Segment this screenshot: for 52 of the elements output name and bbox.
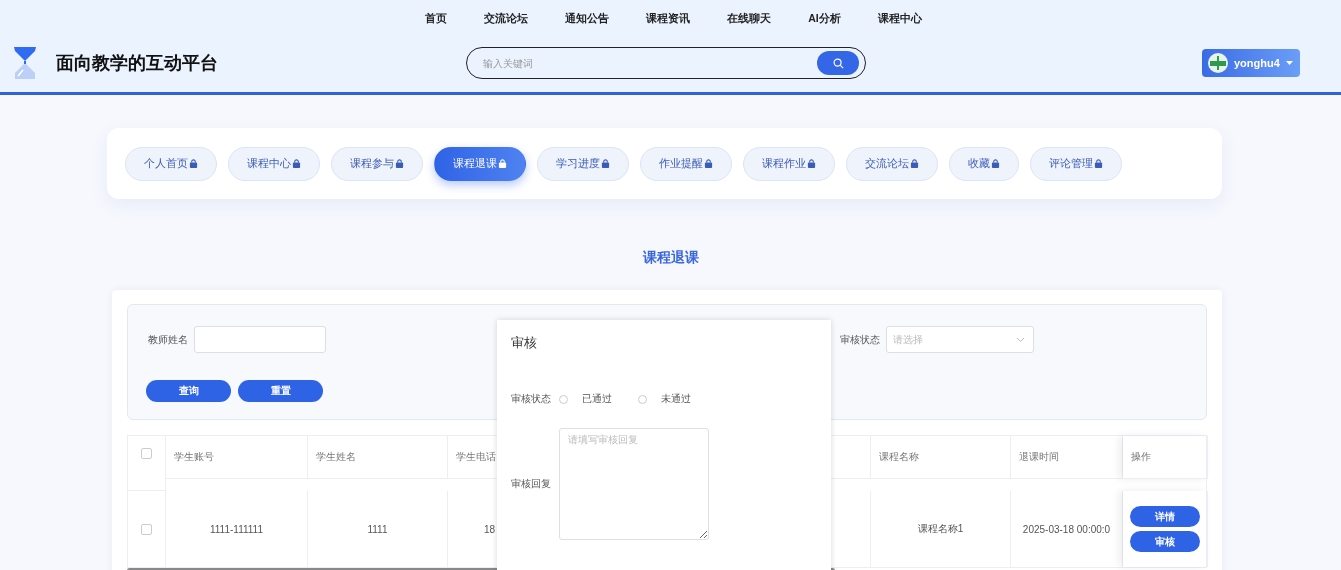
select-all-checkbox[interactable] [141,448,152,459]
dialog-title: 审核 [511,334,538,352]
column-header: 学生账号 [174,450,214,464]
nav-link[interactable]: 课程资讯 [646,12,691,36]
search-button[interactable] [817,51,859,75]
search-field[interactable]: 输入关键词 [481,56,817,70]
avatar-icon [1208,53,1228,73]
column-header: 课程名称 [879,450,919,464]
column-header: 退课时间 [1019,450,1059,464]
tab[interactable]: 收藏 [949,146,1019,181]
user-menu-button[interactable]: yonghu4 [1202,49,1300,77]
row-checkbox[interactable] [141,523,152,535]
nav-link[interactable]: 课程中心 [877,12,922,36]
page-title: 课程退课 [641,249,700,267]
field-label: 审核状态 [511,392,551,406]
field-label: 审核回复 [511,477,551,491]
table-cell: 课程名称1 [917,522,964,536]
table-cell: 2025-03-18 00:00:0 [1022,523,1111,535]
tab[interactable]: 交流论坛 [846,146,938,181]
tab[interactable]: 课程退课 [434,146,526,181]
table-cell: 1111 [367,523,388,535]
caret-icon [1285,61,1293,65]
tab[interactable]: 课程作业 [743,146,835,181]
column-header: 操作 [1131,450,1151,464]
search-icon [832,57,844,69]
chevron-down-icon [1016,336,1025,343]
nav-link[interactable]: 交流论坛 [484,12,529,36]
teacher-name-field[interactable] [194,326,326,353]
filter-button[interactable]: 查询 [146,380,231,402]
tab[interactable]: 学习进度 [537,146,629,181]
table-cell: 1111-111111 [210,523,263,535]
tab[interactable]: 评论管理 [1030,146,1122,181]
action-button[interactable]: 审核 [1130,531,1200,552]
tab[interactable]: 课程中心 [228,146,320,181]
column-header: 学生姓名 [316,450,356,464]
tab[interactable]: 作业提醒 [640,146,732,181]
tab[interactable]: 课程参与 [331,146,423,181]
hourglass-logo-icon [12,46,38,80]
radio-option[interactable]: 未通过 [638,392,691,406]
nav-link[interactable]: 在线聊天 [727,12,772,36]
nav-link[interactable]: AI分析 [808,12,841,36]
filter-label: 教师姓名 [148,332,188,347]
filter-button[interactable]: 重置 [238,380,323,402]
filter-label: 审核状态 [840,332,880,347]
radio-option[interactable]: 已通过 [559,392,612,406]
action-button[interactable]: 详情 [1130,506,1200,527]
column-header: 学生电话 [456,450,496,464]
nav-link[interactable]: 通知公告 [565,12,610,36]
tab[interactable]: 个人首页 [125,146,217,181]
nav-link[interactable]: 首页 [425,12,448,36]
site-title: 面向教学的互动平台 [56,52,218,75]
table-cell: 18 [484,523,496,535]
